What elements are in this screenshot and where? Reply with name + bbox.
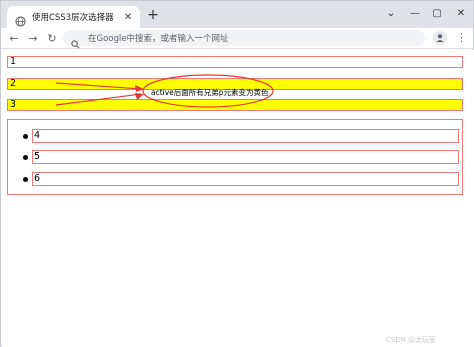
list-item: 5 [8,150,462,166]
toolbar: ← → ↻ 在Google中搜索，或者输入一个网址 ⋮ [1,28,473,49]
list-item-paragraph-5: 5 [32,150,459,164]
list-item: 6 [8,172,462,188]
minimize-button[interactable]: — [405,5,425,21]
browser-window: 使用CSS3层次选择器 ✕ + ⌄ — ▢ ✕ ← → ↻ 在Google中搜索… [0,0,474,347]
bullet-icon [23,177,28,182]
person-icon[interactable] [433,31,447,45]
annotation-label: active后面所有兄弟p元素变为黄色 [151,88,269,97]
list-item: 4 [8,129,462,145]
chevron-down-icon[interactable]: ⌄ [381,5,401,21]
list-item-paragraph-4: 4 [32,129,459,143]
tab-title: 使用CSS3层次选择器 [32,13,114,23]
maximize-button[interactable]: ▢ [427,5,447,21]
bullet-icon [23,134,28,139]
tab-active[interactable]: 使用CSS3层次选择器 ✕ [7,6,140,28]
reload-icon[interactable]: ↻ [44,30,60,46]
list-item-paragraph-6: 6 [32,172,459,186]
back-arrow-icon[interactable]: ← [6,30,22,46]
address-placeholder: 在Google中搜索，或者输入一个网址 [88,34,229,44]
paragraph-3: 3 [7,99,463,111]
close-window-button[interactable]: ✕ [451,5,471,21]
new-tab-button[interactable]: + [146,8,160,22]
watermark: CSDN @太玩家 [386,336,437,344]
unordered-list: 4 5 6 [7,119,463,195]
search-icon [71,34,80,48]
bullet-icon [23,155,28,160]
more-menu-icon[interactable]: ⋮ [456,31,467,45]
address-bar[interactable]: 在Google中搜索，或者输入一个网址 [63,30,425,48]
tab-strip: 使用CSS3层次选择器 ✕ + ⌄ — ▢ ✕ [1,1,473,28]
forward-arrow-icon[interactable]: → [25,30,41,46]
close-tab-icon[interactable]: ✕ [121,10,135,24]
paragraph-1: 1 [7,56,463,68]
globe-icon [15,12,26,27]
